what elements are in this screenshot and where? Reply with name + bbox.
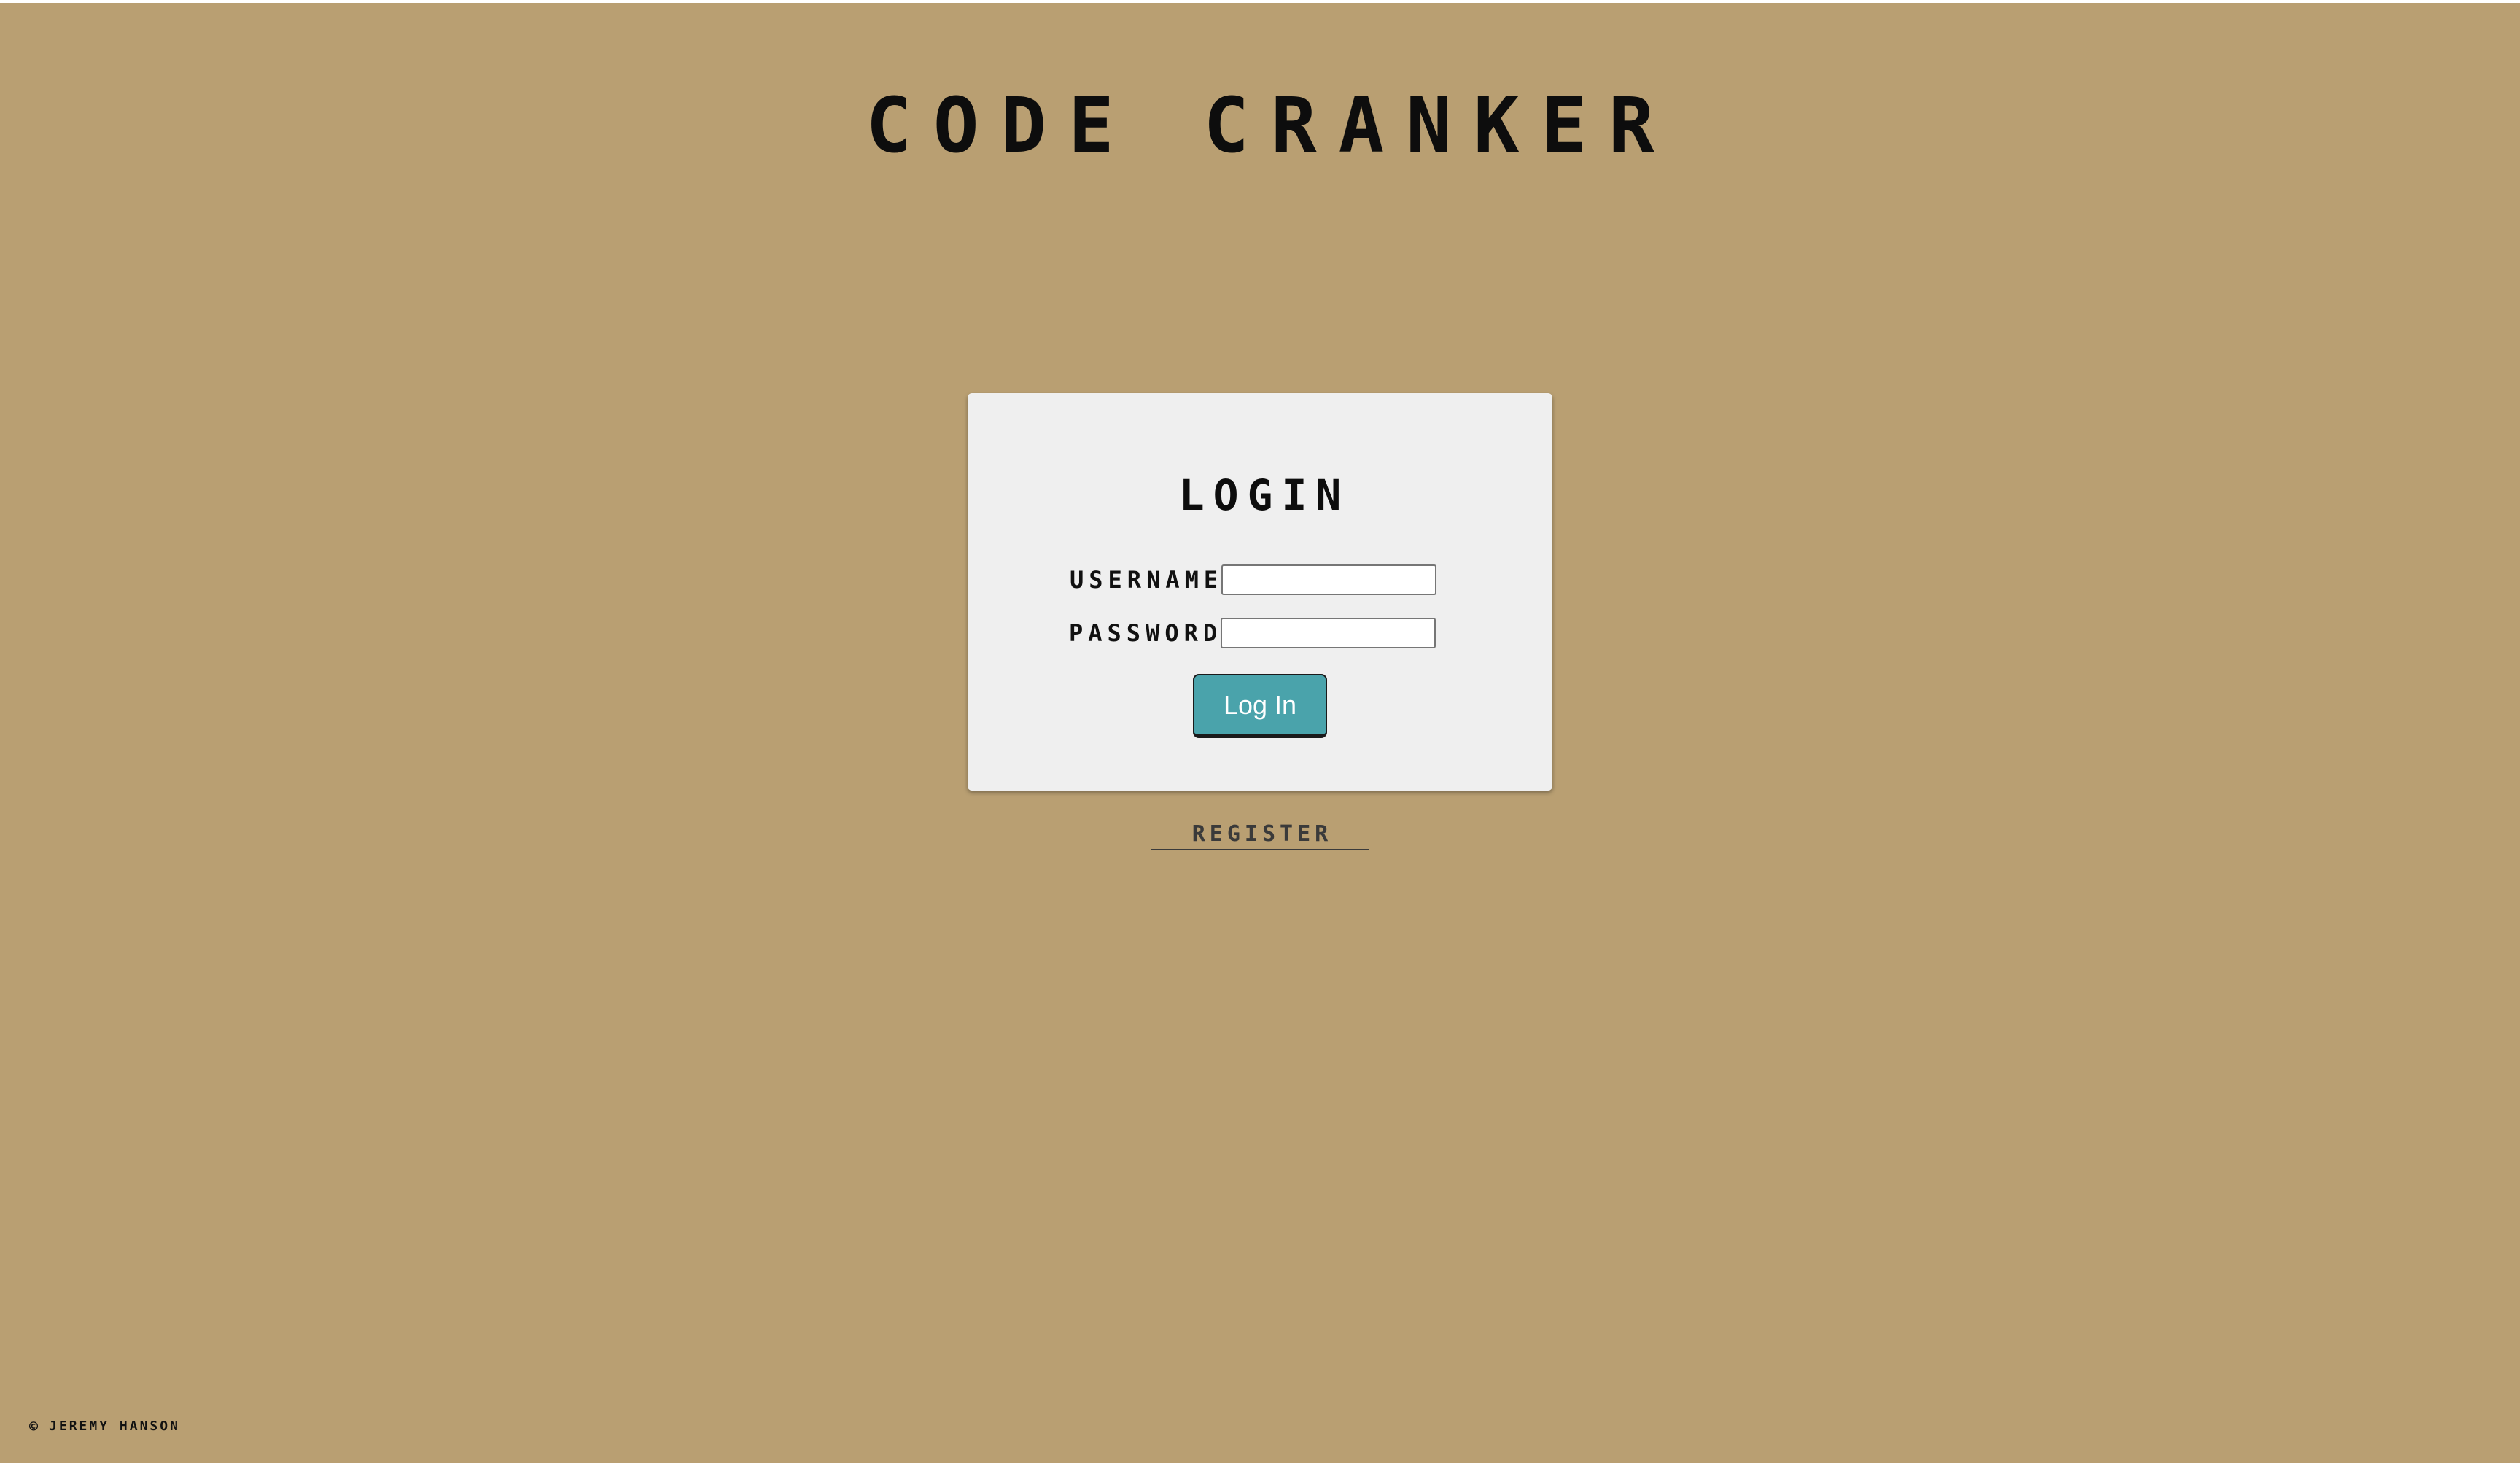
footer-author: JEREMY HANSON [49,1419,180,1434]
login-card: LOGIN USERNAME: PASSWORD: Log In [968,393,1552,791]
register-link[interactable]: REGISTER [1151,820,1369,850]
username-label: USERNAME: [1070,566,1242,594]
password-input[interactable] [1221,618,1436,648]
username-row: USERNAME: [1070,564,1436,595]
login-heading: LOGIN [1178,470,1350,520]
username-input[interactable] [1221,564,1436,595]
password-row: PASSWORD: [1069,618,1436,648]
password-label: PASSWORD: [1069,619,1242,647]
copyright-icon: © [29,1418,41,1435]
site-title: CODE CRANKER [866,81,1676,170]
footer: © JEREMY HANSON [29,1418,180,1435]
login-button[interactable]: Log In [1193,674,1327,738]
